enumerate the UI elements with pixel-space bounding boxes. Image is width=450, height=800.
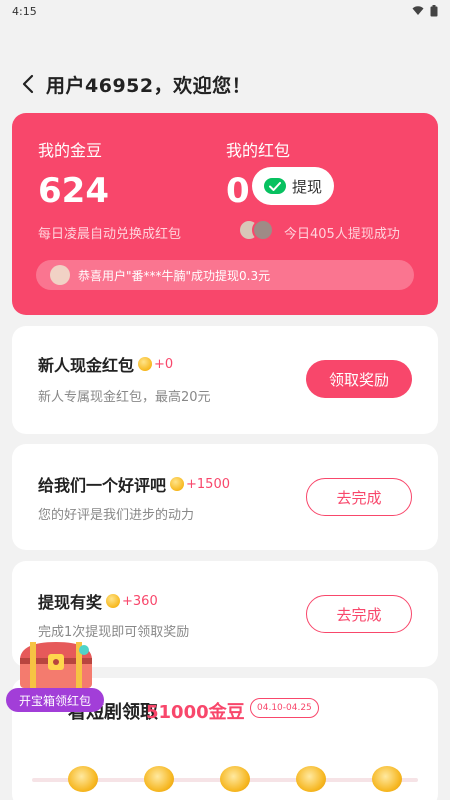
task-title-row: 提现有奖 +360 [38, 589, 158, 613]
beans-value: 624 [38, 171, 109, 211]
go-complete-button[interactable]: 去完成 [306, 478, 412, 516]
task-desc: 新人专属现金红包，最高20元 [38, 390, 211, 405]
task-title: 新人现金红包 [38, 356, 135, 375]
go-complete-button[interactable]: 去完成 [306, 595, 412, 633]
beans-note: 每日凌晨自动兑换成红包 [38, 227, 182, 242]
back-button[interactable] [16, 72, 40, 96]
task-card-review: 给我们一个好评吧 +1500 您的好评是我们进步的动力 去完成 [12, 444, 438, 550]
task-card-newcomer: 新人现金红包 +0 新人专属现金红包，最高20元 领取奖励 [12, 326, 438, 434]
chevron-left-icon [22, 74, 34, 94]
claim-amount: 51000金豆 [146, 702, 245, 723]
treasure-chest-icon [20, 642, 92, 688]
page-title: 用户46952，欢迎您！ [46, 74, 252, 97]
chest-label[interactable]: 开宝箱领红包 [6, 688, 104, 712]
task-title: 提现有奖 [38, 593, 103, 612]
ticker-text: 恭喜用户"番***牛腩"成功提现0.3元 [78, 268, 271, 283]
coin-icon [68, 766, 98, 792]
coin-icon [144, 766, 174, 792]
task-reward: +360 [122, 593, 158, 609]
claim-reward-button[interactable]: 领取奖励 [306, 360, 412, 398]
today-withdraw-note: 今日405人提现成功 [284, 227, 400, 242]
header: 用户46952，欢迎您！ [0, 62, 450, 106]
status-time: 4:15 [12, 4, 37, 18]
coin-icon [372, 766, 402, 792]
coin-icon [220, 766, 250, 792]
coin-icon [170, 477, 185, 491]
coin-icon [296, 766, 326, 792]
status-bar: 4:15 [0, 0, 450, 22]
treasure-chest-button[interactable] [14, 638, 98, 690]
withdraw-button[interactable]: 提现 [252, 167, 334, 205]
beans-label: 我的金豆 [38, 141, 103, 160]
task-reward: +1500 [186, 476, 230, 492]
withdraw-avatars [238, 219, 274, 241]
task-title: 给我们一个好评吧 [38, 476, 167, 495]
task-title-row: 给我们一个好评吧 +1500 [38, 472, 230, 496]
status-icons [412, 5, 438, 17]
task-desc: 您的好评是我们进步的动力 [38, 508, 195, 523]
withdraw-label: 提现 [291, 177, 322, 196]
wifi-icon [412, 6, 424, 15]
task-reward: +0 [154, 356, 174, 372]
redpacket-label: 我的红包 [226, 141, 291, 160]
avatar [252, 219, 274, 241]
redpacket-value: 0 [226, 171, 250, 211]
task-title-row: 新人现金红包 +0 [38, 352, 173, 376]
withdraw-ticker: 恭喜用户"番***牛腩"成功提现0.3元 [36, 260, 414, 290]
coin-icon [138, 357, 153, 371]
wechat-icon [263, 178, 286, 194]
avatar [50, 265, 70, 285]
claim-dates-badge: 04.10-04.25 [250, 698, 319, 718]
wallet-card: 我的金豆 624 每日凌晨自动兑换成红包 我的红包 0 今日405人提现成功 恭… [12, 113, 438, 315]
battery-icon [430, 5, 438, 17]
coin-icon [106, 594, 121, 608]
